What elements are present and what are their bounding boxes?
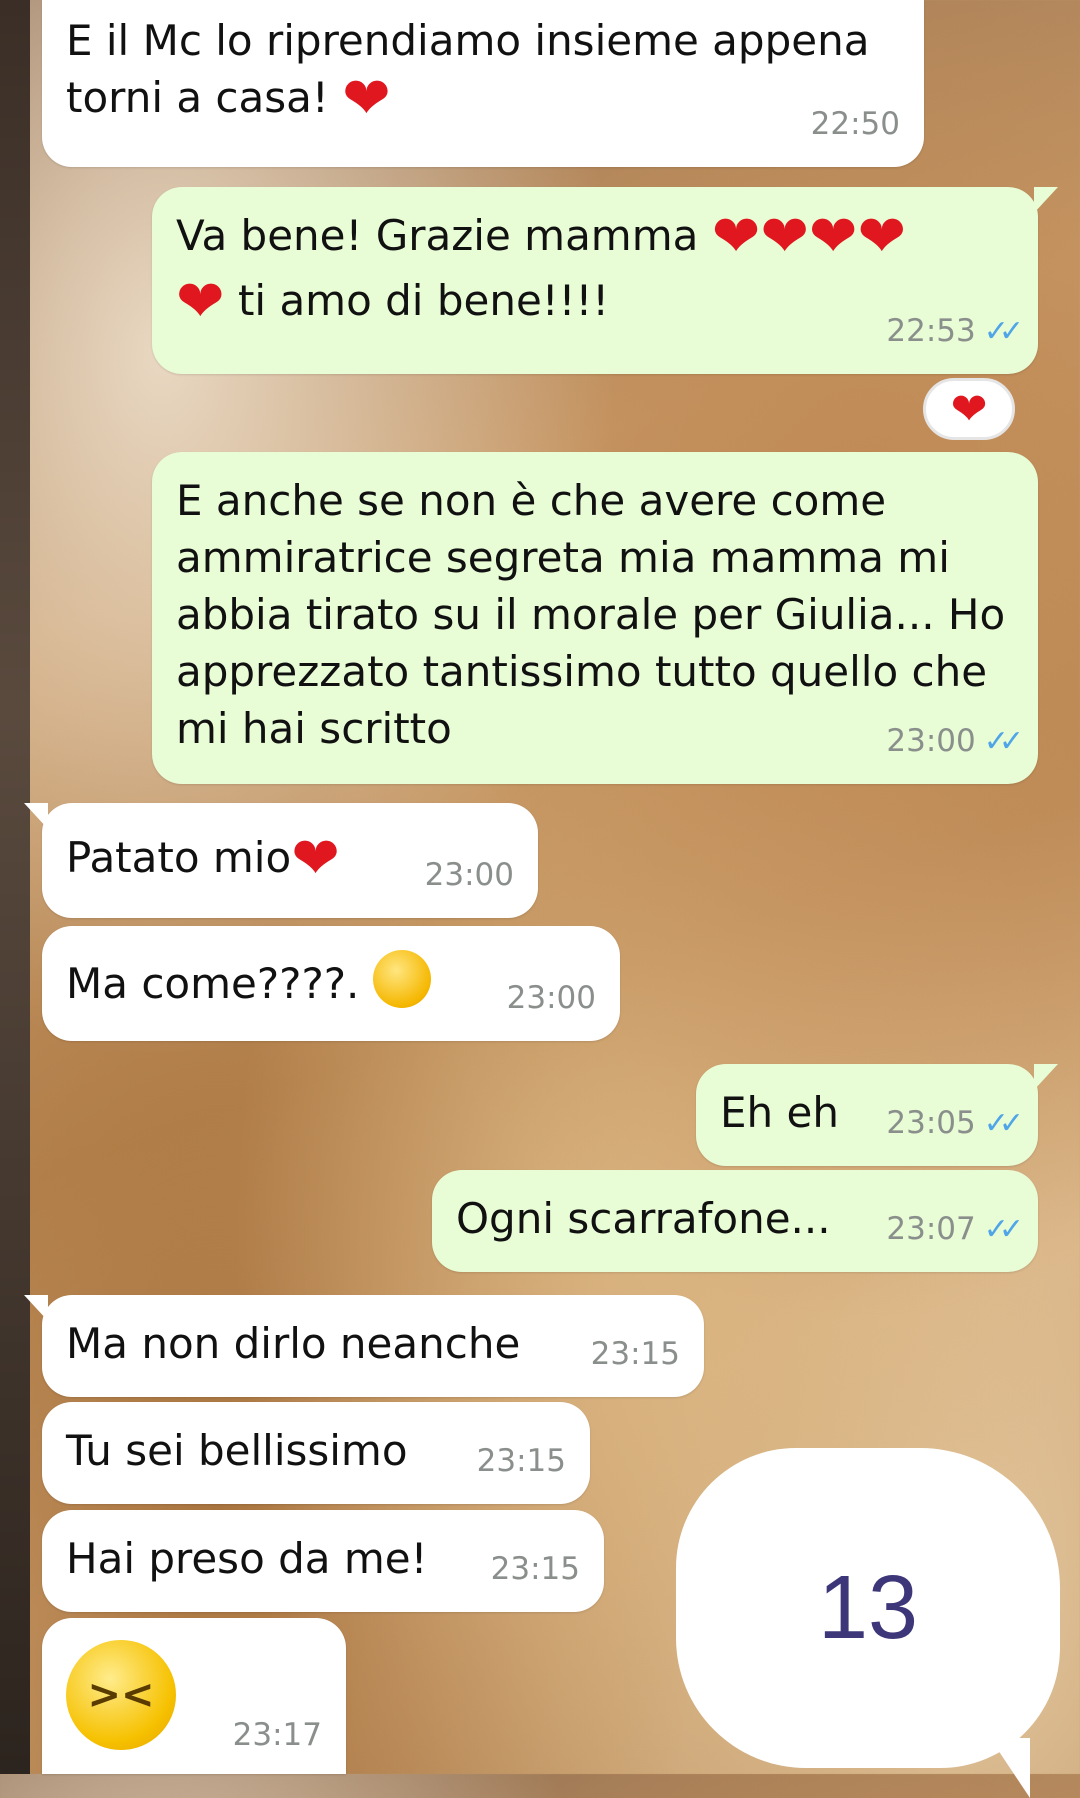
outgoing-message[interactable]: Eh eh 23:05 ✓✓ bbox=[696, 1064, 1058, 1166]
message-time: 23:15 bbox=[590, 1336, 680, 1372]
message-text: Ma come????. bbox=[66, 959, 373, 1008]
heart-reaction-badge[interactable]: ❤ bbox=[923, 378, 1015, 440]
incoming-message[interactable]: Patato mio❤ 23:00 bbox=[24, 803, 538, 918]
message-time: 23:15 bbox=[476, 1443, 566, 1479]
message-time: 23:00 bbox=[506, 980, 596, 1016]
read-receipt-icon: ✓✓ bbox=[983, 724, 1024, 759]
message-time: 23:00 bbox=[424, 857, 514, 893]
message-text: E anche se non è che avere come ammiratr… bbox=[176, 476, 1006, 753]
message-text: E il Mc lo riprendiamo insieme appena to… bbox=[66, 16, 870, 122]
read-receipt-icon: ✓✓ bbox=[983, 1106, 1024, 1141]
grinning-sweat-face-icon bbox=[372, 950, 431, 1008]
heart-emoji: ❤ bbox=[176, 267, 225, 335]
read-receipt-icon: ✓✓ bbox=[983, 314, 1024, 349]
incoming-message[interactable]: Ma non dirlo neanche 23:15 bbox=[24, 1295, 704, 1397]
incoming-message[interactable]: >< 23:17 bbox=[42, 1618, 346, 1774]
heart-emojis: ❤❤❤❤ bbox=[711, 202, 907, 270]
message-text: Eh eh bbox=[720, 1088, 839, 1137]
message-text-continued: ti amo di bene!!!! bbox=[224, 276, 610, 325]
outgoing-message[interactable]: Va bene! Grazie mamma ❤❤❤❤ ❤ ti amo di b… bbox=[152, 187, 1058, 374]
message-time: 23:15 bbox=[490, 1551, 580, 1587]
heart-icon: ❤ bbox=[950, 383, 988, 435]
message-time: 23:17 bbox=[232, 1717, 322, 1753]
message-text: Ma non dirlo neanche bbox=[66, 1319, 521, 1368]
heart-emoji: ❤ bbox=[291, 824, 340, 892]
incoming-message[interactable]: Tu sei bellissimo 23:15 bbox=[42, 1402, 590, 1504]
outgoing-message[interactable]: E anche se non è che avere come ammiratr… bbox=[152, 452, 1038, 784]
message-time: 22:53 ✓✓ bbox=[886, 303, 1024, 360]
message-text: Ogni scarrafone... bbox=[456, 1194, 831, 1243]
annotation-number: 13 bbox=[817, 1557, 919, 1658]
message-text: Va bene! Grazie mamma bbox=[176, 211, 712, 260]
message-time: 23:07 ✓✓ bbox=[886, 1201, 1024, 1258]
read-receipt-icon: ✓✓ bbox=[983, 1212, 1024, 1247]
message-time: 23:00 ✓✓ bbox=[886, 713, 1024, 770]
message-time: 22:50 bbox=[810, 106, 900, 142]
incoming-message[interactable]: Ma come????. 23:00 bbox=[42, 926, 620, 1041]
message-text: Patato mio bbox=[66, 833, 292, 882]
annotation-number-bubble: 13 bbox=[676, 1448, 1060, 1798]
incoming-message[interactable]: E il Mc lo riprendiamo insieme appena to… bbox=[42, 0, 924, 167]
message-text: Hai preso da me! bbox=[66, 1534, 428, 1583]
left-edge-shadow bbox=[0, 0, 30, 1774]
heart-emoji: ❤ bbox=[342, 64, 391, 132]
incoming-message[interactable]: Hai preso da me! 23:15 bbox=[42, 1510, 604, 1612]
message-time: 23:05 ✓✓ bbox=[886, 1095, 1024, 1152]
outgoing-message[interactable]: Ogni scarrafone... 23:07 ✓✓ bbox=[432, 1170, 1038, 1272]
squinting-laughing-face-icon: >< bbox=[66, 1640, 176, 1750]
message-text: Tu sei bellissimo bbox=[66, 1426, 408, 1475]
